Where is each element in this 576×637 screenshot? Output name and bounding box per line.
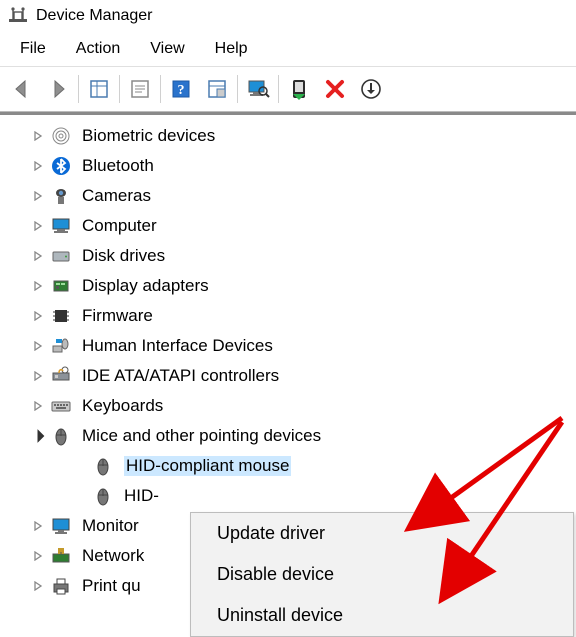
tree-item-label: Cameras — [82, 187, 151, 206]
down-arrow-button[interactable] — [353, 71, 389, 107]
hid-icon — [50, 335, 72, 357]
tree-item-label: Firmware — [82, 307, 153, 326]
tree-item-label: IDE ATA/ATAPI controllers — [82, 367, 279, 386]
chevron-down-icon[interactable] — [30, 421, 46, 451]
tree-item[interactable]: HID-compliant mouse — [2, 451, 576, 481]
chevron-right-icon[interactable] — [30, 391, 46, 421]
toolbar-separator — [78, 75, 79, 103]
chevron-right-icon[interactable] — [30, 571, 46, 601]
chevron-right-icon[interactable] — [30, 121, 46, 151]
title-bar: Device Manager — [0, 0, 576, 32]
context-disable-device[interactable]: Disable device — [191, 554, 573, 595]
install-legacy-button[interactable] — [281, 71, 317, 107]
toolbar-separator — [237, 75, 238, 103]
tree-item-label: Network — [82, 547, 144, 566]
tree-item-label: Disk drives — [82, 247, 165, 266]
tree-item-label: HID-compliant mouse — [124, 456, 291, 477]
tree-item[interactable]: Human Interface Devices — [2, 331, 576, 361]
tree-item[interactable]: Firmware — [2, 301, 576, 331]
tree-item[interactable]: Biometric devices — [2, 121, 576, 151]
chevron-right-icon[interactable] — [30, 361, 46, 391]
biometric-icon — [50, 125, 72, 147]
display-icon — [50, 275, 72, 297]
toolbar: ? — [0, 66, 576, 112]
tree-item[interactable]: Mice and other pointing devices — [2, 421, 576, 451]
tree-item-label: Computer — [82, 217, 157, 236]
tree-item[interactable]: HID- — [2, 481, 576, 511]
toolbar-separator — [278, 75, 279, 103]
ide-icon — [50, 365, 72, 387]
mouse-icon — [92, 485, 114, 507]
chevron-right-icon — [72, 481, 88, 511]
tree-item[interactable]: Bluetooth — [2, 151, 576, 181]
tree-item[interactable]: Display adapters — [2, 271, 576, 301]
bluetooth-icon — [50, 155, 72, 177]
scan-button[interactable] — [240, 71, 276, 107]
toolbar-separator — [119, 75, 120, 103]
tree-item-label: Biometric devices — [82, 127, 215, 146]
svg-text:?: ? — [178, 83, 185, 98]
tree-item-label: Mice and other pointing devices — [82, 427, 321, 446]
network-icon — [50, 545, 72, 567]
chevron-right-icon[interactable] — [30, 271, 46, 301]
tree-item[interactable]: Cameras — [2, 181, 576, 211]
menu-help[interactable]: Help — [201, 36, 262, 62]
device-manager-icon — [8, 6, 28, 26]
show-details-button[interactable] — [81, 71, 117, 107]
delete-button[interactable] — [317, 71, 353, 107]
chevron-right-icon[interactable] — [30, 181, 46, 211]
camera-icon — [50, 185, 72, 207]
chevron-right-icon[interactable] — [30, 331, 46, 361]
menu-file[interactable]: File — [6, 36, 60, 62]
window-title: Device Manager — [36, 7, 153, 25]
chevron-right-icon[interactable] — [30, 301, 46, 331]
tree-item-label: Human Interface Devices — [82, 337, 273, 356]
toolbar-separator — [160, 75, 161, 103]
tree-item[interactable]: IDE ATA/ATAPI controllers — [2, 361, 576, 391]
tree-item-label: Display adapters — [82, 277, 209, 296]
chevron-right-icon[interactable] — [30, 151, 46, 181]
forward-button[interactable] — [40, 71, 76, 107]
context-menu: Update driver Disable device Uninstall d… — [190, 512, 574, 637]
menu-bar: File Action View Help — [0, 32, 576, 66]
firmware-icon — [50, 305, 72, 327]
properties-button[interactable] — [122, 71, 158, 107]
context-update-driver[interactable]: Update driver — [191, 513, 573, 554]
tree-item-label: Monitor — [82, 517, 139, 536]
chevron-right-icon[interactable] — [30, 541, 46, 571]
help-button[interactable]: ? — [163, 71, 199, 107]
back-button[interactable] — [4, 71, 40, 107]
mouse-icon — [92, 455, 114, 477]
tree-item-label: Keyboards — [82, 397, 163, 416]
tree-item[interactable]: Disk drives — [2, 241, 576, 271]
monitor-icon — [50, 515, 72, 537]
chevron-right-icon[interactable] — [30, 511, 46, 541]
printer-icon — [50, 575, 72, 597]
menu-action[interactable]: Action — [62, 36, 134, 62]
tree-item-label: Bluetooth — [82, 157, 154, 176]
tree-item[interactable]: Computer — [2, 211, 576, 241]
keyboard-icon — [50, 395, 72, 417]
chevron-right-icon — [72, 451, 88, 481]
chevron-right-icon[interactable] — [30, 211, 46, 241]
tree-item-label: Print qu — [82, 577, 141, 596]
computer-icon — [50, 215, 72, 237]
tree-item[interactable]: Keyboards — [2, 391, 576, 421]
disk-icon — [50, 245, 72, 267]
show-hidden-button[interactable] — [199, 71, 235, 107]
mouse-icon — [50, 425, 72, 447]
tree-item-label: HID- — [124, 487, 159, 506]
chevron-right-icon[interactable] — [30, 241, 46, 271]
menu-view[interactable]: View — [136, 36, 198, 62]
